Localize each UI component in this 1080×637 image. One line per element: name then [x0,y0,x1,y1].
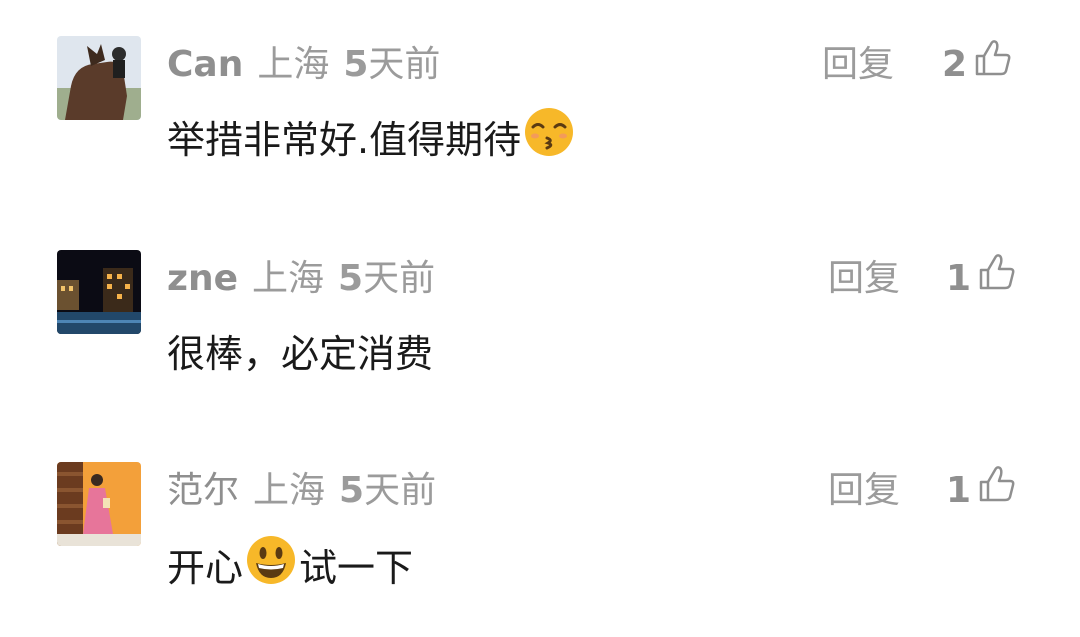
timestamp-number: 5 [338,258,364,299]
username[interactable]: zne [167,258,238,299]
timestamp: 5天前 [338,258,435,299]
comment-meta: 范尔 上海 5天前 [167,466,436,516]
comment-item: zne 上海 5天前 回复 1 很棒，必定消费 [0,212,1080,392]
like-count: 2 [942,44,968,85]
avatar[interactable] [57,36,141,120]
kissing-face-emoji-icon [523,106,575,175]
thumbs-up-icon [977,252,1017,306]
timestamp-unit: 天前 [368,44,441,85]
like-count: 1 [946,470,972,511]
comment-text-tail: 试一下 [299,546,414,590]
username[interactable]: Can [167,44,243,85]
reply-button[interactable]: 回复 [828,254,900,304]
avatar[interactable] [57,462,141,546]
timestamp: 5天前 [343,44,440,85]
username[interactable]: 范尔 [167,470,239,511]
comment-meta: zne 上海 5天前 [167,254,435,304]
comment-text-main: 很棒，必定消费 [167,332,434,376]
comment-item: 范尔 上海 5天前 回复 1 开心 试一下 [0,424,1080,604]
comment-text-main: 开心 [167,546,244,590]
comment-text: 举措非常好.值得期待 [167,107,577,170]
timestamp-unit: 天前 [364,470,437,511]
reply-button[interactable]: 回复 [822,40,894,90]
location: 上海 [253,470,326,511]
comment-text: 开心 试一下 [167,535,414,598]
like-button[interactable]: 1 [946,466,1017,516]
reply-button[interactable]: 回复 [828,466,900,516]
timestamp-number: 5 [343,44,369,85]
thumbs-up-icon [973,38,1013,92]
comment-item: Can 上海 5天前 回复 2 举措非常好.值得期待 [0,0,1080,180]
timestamp: 5天前 [339,470,436,511]
timestamp-unit: 天前 [363,258,436,299]
timestamp-number: 5 [339,470,365,511]
comment-text-main: 举措非常好.值得期待 [167,118,522,162]
comment-meta: Can 上海 5天前 [167,40,440,90]
location: 上海 [252,258,325,299]
comment-text: 很棒，必定消费 [167,324,433,384]
avatar[interactable] [57,250,141,334]
grinning-face-emoji-icon [245,534,297,603]
like-count: 1 [946,258,972,299]
like-button[interactable]: 1 [946,254,1017,304]
like-button[interactable]: 2 [942,40,1013,90]
thumbs-up-icon [977,464,1017,518]
location: 上海 [257,44,330,85]
